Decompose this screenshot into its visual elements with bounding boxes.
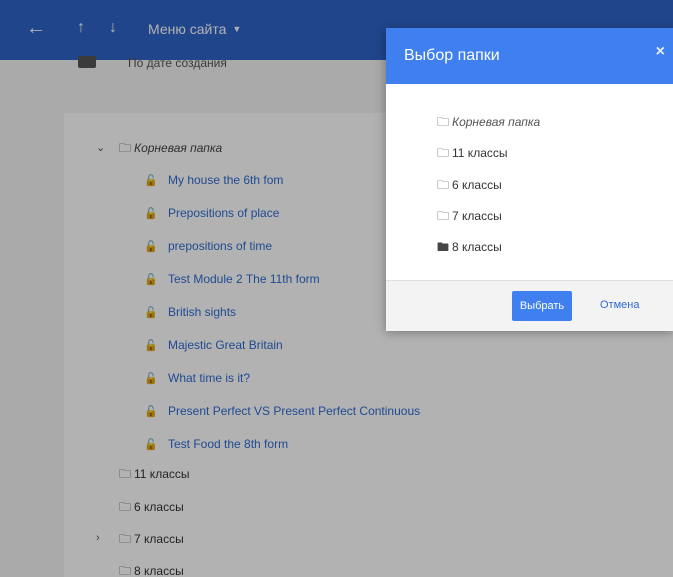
folder-picker-dialog: Выбор папки × 🗀 Корневая папка 🗀 11 классы… [386,28,673,331]
folder-outline-icon: 🗀 [437,209,450,223]
folder-outline-icon: 🗀 [437,115,450,129]
folder-filled-icon: 🖿 [437,240,450,254]
dialog-footer: Выбрать Отмена [386,280,673,331]
dialog-folder-label: 7 классы [452,209,502,223]
dialog-folder-label: Корневая папка [452,115,541,129]
dialog-title: Выбор папки [404,47,500,64]
cancel-button[interactable]: Отмена [600,299,639,311]
dialog-folder-option-selected[interactable]: 🖿 8 классы [437,238,502,259]
dialog-folder-option[interactable]: 🗀 Корневая папка [437,113,540,134]
dialog-folder-label: 6 классы [452,178,502,192]
folder-outline-icon: 🗀 [437,146,450,160]
dialog-folder-option[interactable]: 🗀 7 классы [437,207,502,228]
folder-outline-icon: 🗀 [437,178,450,192]
dialog-folder-option[interactable]: 🗀 11 классы [437,144,508,165]
dialog-body: 🗀 Корневая папка 🗀 11 классы 🗀 6 классы 🗀 7 … [386,84,673,280]
close-icon[interactable]: × [656,43,665,61]
dialog-header: Выбор папки × [386,28,673,84]
select-button[interactable]: Выбрать [512,291,572,321]
dialog-folder-label: 8 классы [452,240,502,254]
dialog-folder-option[interactable]: 🗀 6 классы [437,176,502,197]
dialog-folder-label: 11 классы [452,146,508,160]
